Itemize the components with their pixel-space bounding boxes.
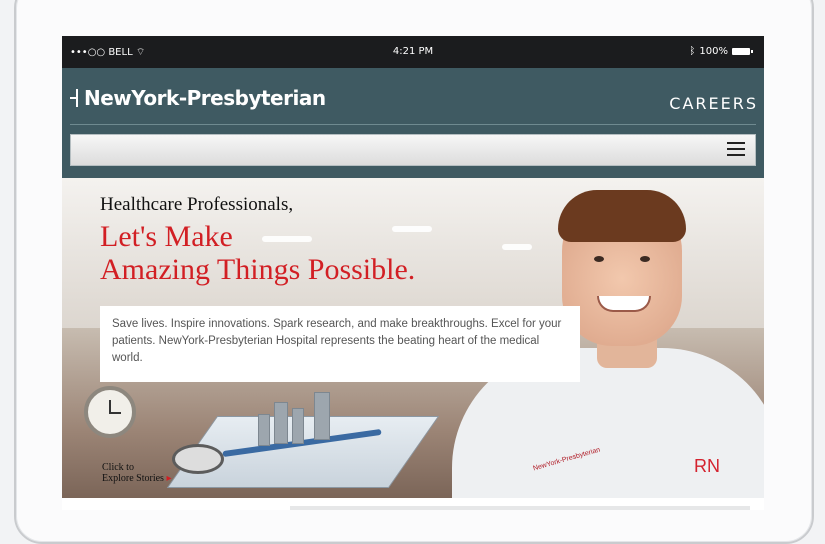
nurse-smile	[597, 296, 651, 312]
rn-badge: RN	[694, 456, 720, 476]
site-logo[interactable]: NewYork-Presbyterian	[70, 86, 326, 110]
careers-title: CAREERS	[669, 94, 758, 113]
device-screen: •••○○ BELL ⌔ 4:21 PM ᛒ 100% NewYork-Pres…	[62, 36, 764, 510]
nurse-hair	[558, 190, 686, 242]
ceiling-light	[502, 244, 532, 250]
site-header: NewYork-Presbyterian CAREERS	[62, 68, 764, 178]
logo-mark-icon	[70, 89, 80, 107]
battery-percent: 100%	[699, 46, 728, 57]
hero-heading-line2: Let's Make	[100, 220, 233, 253]
status-time: 4:21 PM	[392, 46, 434, 57]
hero-heading: Healthcare Professionals, Let's Make Ama…	[100, 194, 415, 286]
hero-heading-line1: Healthcare Professionals,	[100, 194, 294, 215]
hero-banner: NewYork-Presbyterian RN Healthcare Profe…	[62, 178, 764, 498]
explore-line2: Explore Stories	[102, 473, 164, 484]
building-icon	[258, 414, 270, 446]
logo-text: NewYork-Presbyterian	[84, 86, 326, 110]
bluetooth-icon: ᛒ	[689, 46, 696, 57]
status-bar: •••○○ BELL ⌔ 4:21 PM ᛒ 100%	[62, 36, 764, 68]
explore-line1: Click to	[102, 462, 134, 473]
hero-description: Save lives. Inspire innovations. Spark r…	[100, 306, 580, 382]
battery-icon	[732, 48, 753, 55]
clock-icon	[84, 386, 136, 438]
building-icon	[274, 402, 288, 444]
compass-icon	[172, 444, 224, 474]
hero-heading-line3: Amazing Things Possible.	[100, 253, 416, 286]
building-icon	[292, 408, 304, 444]
arrow-icon: ▸	[166, 473, 172, 484]
content-strip	[290, 506, 750, 510]
header-divider	[70, 124, 756, 125]
building-icon	[314, 392, 330, 440]
hamburger-icon[interactable]	[727, 142, 745, 158]
nurse-eye-left	[594, 256, 604, 262]
nurse-eye-right	[640, 256, 650, 262]
status-right: ᛒ 100%	[689, 46, 753, 57]
below-hero-area	[62, 498, 764, 510]
explore-stories-link[interactable]: Click to Explore Stories ▸	[102, 462, 171, 484]
nav-bar	[70, 134, 756, 166]
